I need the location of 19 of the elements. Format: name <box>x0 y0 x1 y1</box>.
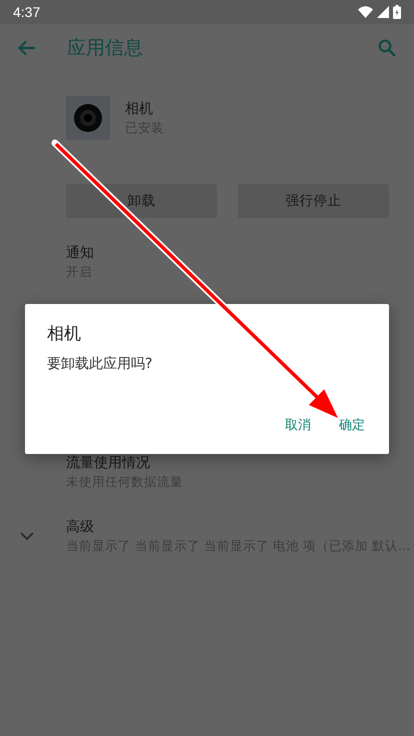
signal-icon <box>377 6 389 18</box>
setting-title[interactable]: 高级 <box>66 517 410 537</box>
chevron-down-icon[interactable] <box>20 532 34 540</box>
action-button[interactable]: 卸载 <box>66 184 217 218</box>
search-icon[interactable] <box>378 39 396 57</box>
back-arrow-icon[interactable] <box>18 40 36 56</box>
setting-title[interactable]: 流量使用情况 <box>66 453 183 473</box>
dialog-button[interactable]: 取消 <box>277 414 319 436</box>
clock-time: 4:37 <box>13 4 40 20</box>
dialog-button[interactable]: 确定 <box>331 414 373 436</box>
page-title: 应用信息 <box>67 36 144 61</box>
battery-icon <box>393 5 401 19</box>
dialog-message: 要卸载此应用吗? <box>47 355 154 373</box>
dialog-title: 相机 <box>47 323 82 345</box>
camera-app-icon <box>66 96 110 140</box>
app-name: 相机 <box>125 100 154 119</box>
wifi-icon <box>358 6 373 18</box>
setting-title[interactable]: 通知 <box>66 243 94 263</box>
action-button[interactable]: 强行停止 <box>238 184 389 218</box>
